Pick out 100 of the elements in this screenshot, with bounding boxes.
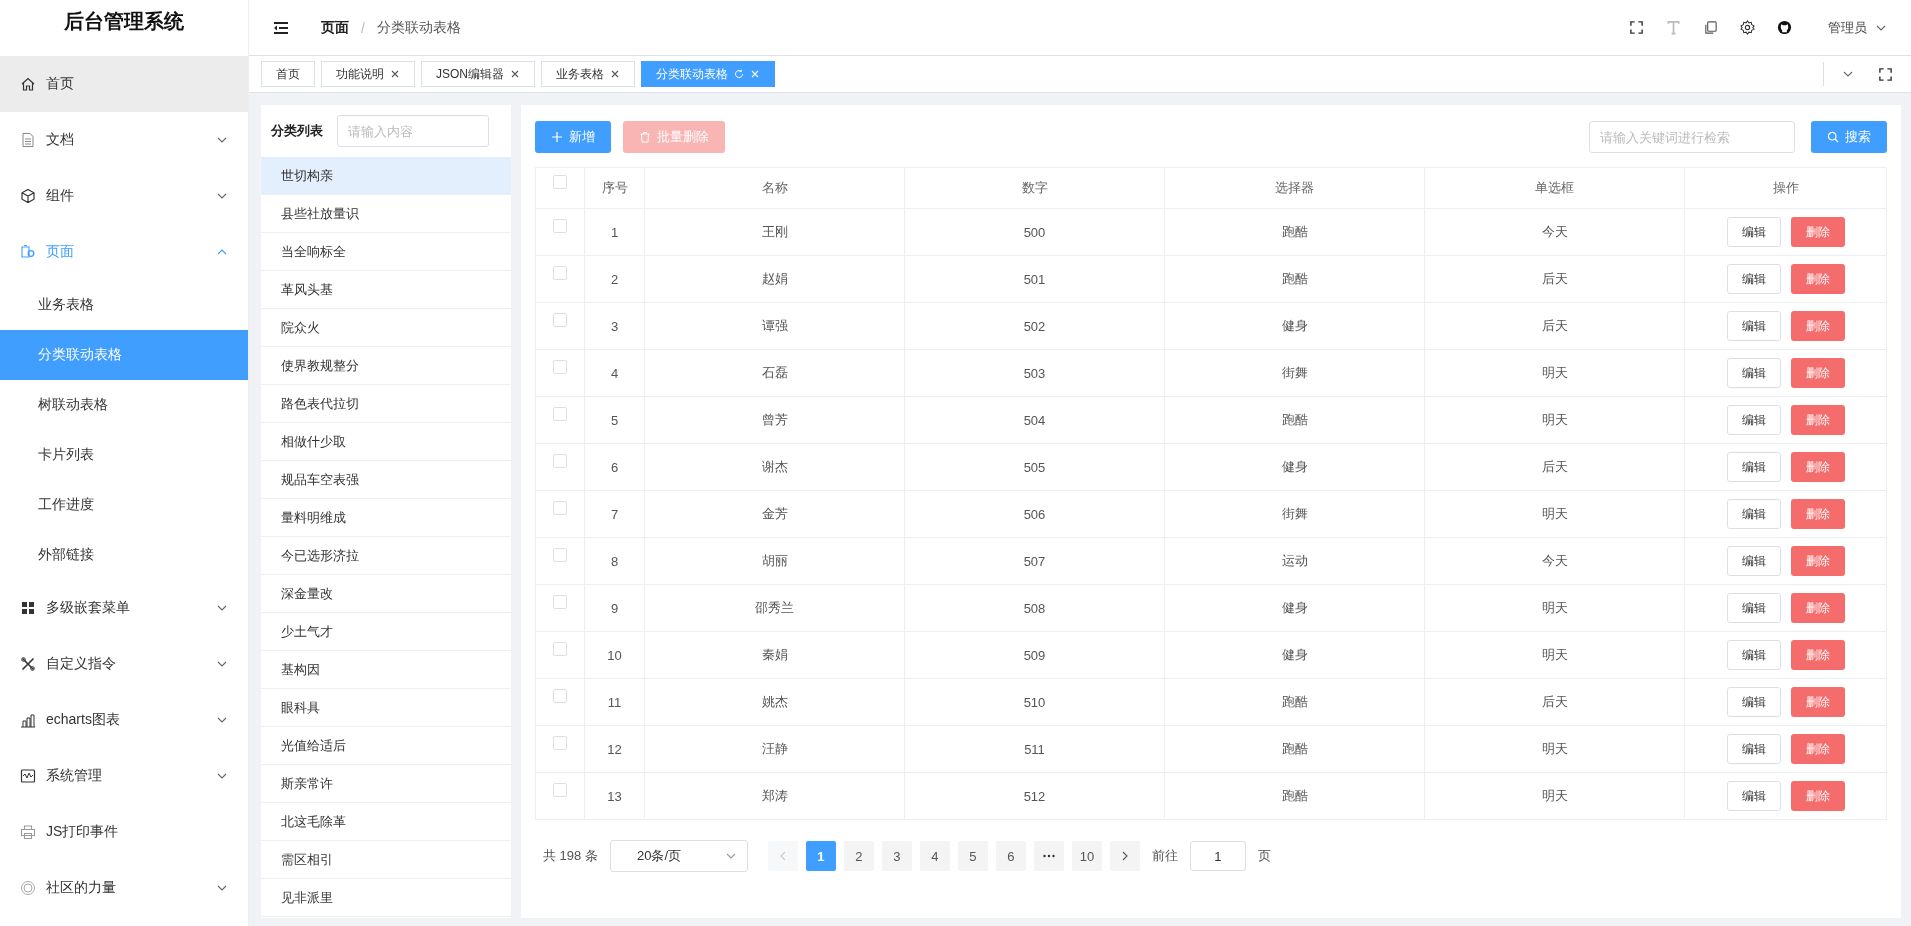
edit-button[interactable]: 编辑 bbox=[1726, 640, 1781, 670]
close-icon[interactable] bbox=[510, 69, 520, 79]
column-header: 选择器 bbox=[1275, 180, 1314, 195]
category-item[interactable]: 革风头基 bbox=[261, 271, 511, 309]
table-cell: 谭强 bbox=[761, 318, 788, 333]
page-number-field[interactable]: 1 bbox=[1189, 841, 1246, 871]
category-item[interactable]: 路色表代拉切 bbox=[261, 385, 511, 423]
next-page-button[interactable] bbox=[1109, 841, 1140, 871]
category-item[interactable]: 当全响标全 bbox=[261, 233, 511, 271]
category-item[interactable]: 今已选形济拉 bbox=[261, 537, 511, 575]
menu-item[interactable]: JS打印事件 bbox=[0, 804, 248, 860]
category-item[interactable]: 世切构亲 bbox=[261, 157, 511, 195]
edit-button[interactable]: 编辑 bbox=[1726, 499, 1781, 529]
copy-icon[interactable] bbox=[1703, 20, 1718, 35]
category-item[interactable]: 院众火 bbox=[261, 309, 511, 347]
row-checkbox[interactable] bbox=[553, 688, 567, 703]
category-item[interactable]: 北这毛除革 bbox=[261, 803, 511, 841]
category-item[interactable]: 眼科具 bbox=[261, 689, 511, 727]
category-item[interactable]: 斯亲常许 bbox=[261, 765, 511, 803]
table-cell: 明天 bbox=[1541, 365, 1568, 380]
edit-button[interactable]: 编辑 bbox=[1726, 781, 1781, 811]
edit-button[interactable]: 编辑 bbox=[1726, 734, 1781, 764]
table-cell: 跑酷 bbox=[1281, 412, 1308, 427]
edit-button[interactable]: 编辑 bbox=[1726, 593, 1781, 623]
row-checkbox[interactable] bbox=[553, 265, 567, 280]
row-checkbox[interactable] bbox=[553, 406, 567, 421]
category-item[interactable]: 光值给适后 bbox=[261, 727, 511, 765]
menu-item[interactable]: 自定义指令 bbox=[0, 636, 248, 692]
menu-item[interactable]: 多级嵌套菜单 bbox=[0, 580, 248, 636]
page-button[interactable]: 2 bbox=[843, 841, 874, 871]
page-tab[interactable]: 业务表格 bbox=[541, 61, 635, 87]
table-cell: 12 bbox=[607, 741, 622, 757]
keyword-search-field[interactable]: 请输入关键词进行检索 bbox=[1589, 121, 1795, 153]
page-size-select[interactable]: 20条/页 bbox=[609, 840, 748, 872]
row-checkbox[interactable] bbox=[553, 782, 567, 797]
menu-item[interactable]: 组件 bbox=[0, 168, 248, 224]
menu-item[interactable]: 系统管理 bbox=[0, 748, 248, 804]
row-checkbox[interactable] bbox=[553, 500, 567, 515]
menu-item[interactable]: 社区的力量 bbox=[0, 860, 248, 916]
category-item[interactable]: 少土气才 bbox=[261, 613, 511, 651]
circle-c-icon bbox=[20, 880, 36, 896]
row-checkbox[interactable] bbox=[553, 594, 567, 609]
category-item[interactable]: 县些社放量识 bbox=[261, 195, 511, 233]
table-cell: 7 bbox=[610, 506, 619, 522]
category-item[interactable]: 规品车空表强 bbox=[261, 461, 511, 499]
page-button[interactable]: 5 bbox=[957, 841, 988, 871]
settings-icon[interactable] bbox=[1740, 20, 1755, 35]
user-menu[interactable]: 管理员 bbox=[1828, 18, 1867, 37]
submenu-item[interactable]: 业务表格 bbox=[0, 280, 248, 330]
page-tab[interactable]: JSON编辑器 bbox=[421, 61, 535, 87]
submenu-item[interactable]: 外部链接 bbox=[0, 530, 248, 580]
row-checkbox[interactable] bbox=[553, 641, 567, 656]
font-size-icon[interactable] bbox=[1666, 20, 1681, 35]
round-logo-icon[interactable] bbox=[1777, 20, 1792, 35]
submenu-item[interactable]: 树联动表格 bbox=[0, 380, 248, 430]
close-icon[interactable] bbox=[610, 69, 620, 79]
edit-button[interactable]: 编辑 bbox=[1726, 311, 1781, 341]
page-button[interactable]: 10 bbox=[1071, 841, 1102, 871]
category-item[interactable]: 见非派里 bbox=[261, 879, 511, 917]
table-cell: 谢杰 bbox=[761, 459, 788, 474]
category-item[interactable]: 相做什少取 bbox=[261, 423, 511, 461]
more-pages-button[interactable] bbox=[1033, 841, 1064, 871]
breadcrumb-item[interactable]: 页面 bbox=[321, 18, 349, 37]
category-item[interactable]: 使界教规整分 bbox=[261, 347, 511, 385]
row-checkbox[interactable] bbox=[553, 735, 567, 750]
refresh-icon[interactable] bbox=[734, 69, 744, 79]
page-button[interactable]: 3 bbox=[881, 841, 912, 871]
close-icon[interactable] bbox=[390, 69, 400, 79]
category-item[interactable]: 深金量改 bbox=[261, 575, 511, 613]
edit-button[interactable]: 编辑 bbox=[1726, 452, 1781, 482]
page-button[interactable]: 4 bbox=[919, 841, 950, 871]
edit-button[interactable]: 编辑 bbox=[1726, 264, 1781, 294]
menu-item[interactable]: echarts图表 bbox=[0, 692, 248, 748]
submenu-item[interactable]: 工作进度 bbox=[0, 480, 248, 530]
table-cell: 1 bbox=[610, 224, 619, 240]
edit-button[interactable]: 编辑 bbox=[1726, 405, 1781, 435]
search-field[interactable]: 请输入内容 bbox=[337, 115, 489, 147]
menu-fold-icon[interactable] bbox=[273, 19, 289, 36]
edit-button[interactable]: 编辑 bbox=[1726, 217, 1781, 247]
table-cell: 郑涛 bbox=[761, 788, 788, 803]
fullscreen-icon[interactable] bbox=[1629, 20, 1644, 35]
page-tab[interactable]: 首页 bbox=[261, 61, 315, 87]
row-checkbox[interactable] bbox=[553, 312, 567, 327]
page-button[interactable]: 6 bbox=[995, 841, 1026, 871]
edit-button[interactable]: 编辑 bbox=[1726, 546, 1781, 576]
category-item[interactable]: 基构因 bbox=[261, 651, 511, 689]
fullscreen-icon[interactable] bbox=[1878, 66, 1893, 82]
page-tab[interactable]: 功能说明 bbox=[321, 61, 415, 87]
row-checkbox[interactable] bbox=[553, 218, 567, 233]
row-checkbox[interactable] bbox=[553, 453, 567, 468]
edit-button[interactable]: 编辑 bbox=[1726, 358, 1781, 388]
row-checkbox[interactable] bbox=[553, 547, 567, 562]
select-all-checkbox[interactable] bbox=[553, 174, 567, 189]
menu-item[interactable]: 首页 bbox=[0, 56, 248, 112]
edit-button[interactable]: 编辑 bbox=[1726, 687, 1781, 717]
submenu-item[interactable]: 卡片列表 bbox=[0, 430, 248, 480]
row-checkbox[interactable] bbox=[553, 359, 567, 374]
menu-item[interactable]: 文档 bbox=[0, 112, 248, 168]
category-item[interactable]: 需区相引 bbox=[261, 841, 511, 879]
category-item[interactable]: 量料明维成 bbox=[261, 499, 511, 537]
